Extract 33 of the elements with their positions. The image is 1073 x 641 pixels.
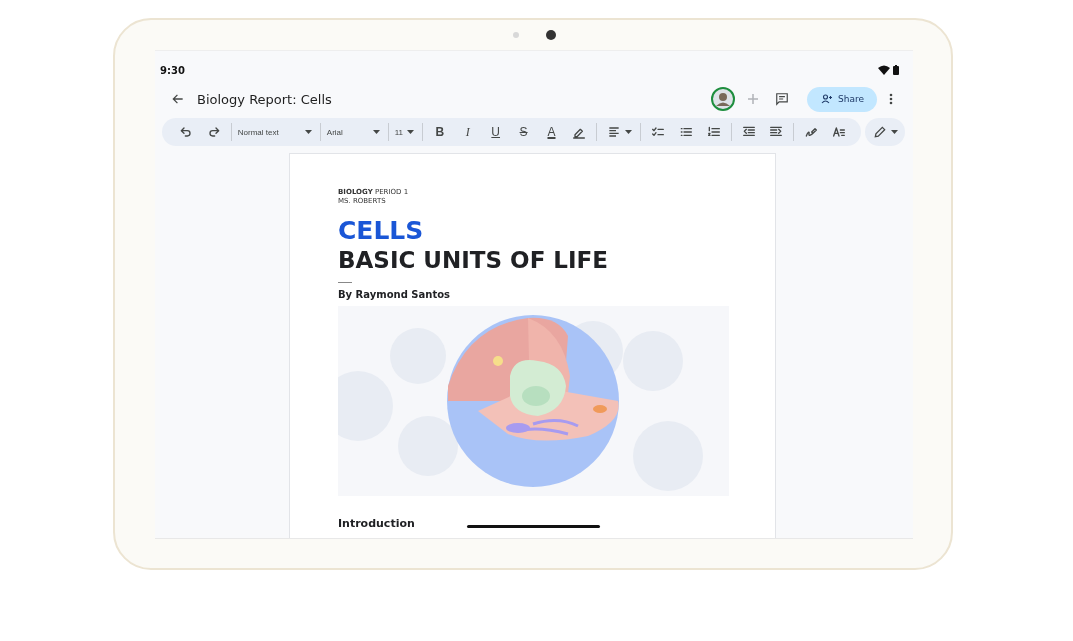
comment-icon bbox=[775, 92, 789, 106]
caret-icon bbox=[624, 130, 632, 134]
pencil-icon bbox=[872, 125, 887, 139]
section-heading: Introduction bbox=[338, 517, 415, 530]
status-time: 9:30 bbox=[160, 64, 185, 76]
caret-icon bbox=[406, 130, 414, 134]
font-dropdown[interactable]: Arial bbox=[323, 120, 385, 144]
clear-formatting-icon bbox=[831, 124, 848, 140]
paragraph-style-dropdown[interactable]: Normal text bbox=[234, 120, 317, 144]
back-arrow-icon bbox=[171, 92, 185, 106]
plus-icon bbox=[747, 93, 759, 105]
camera-icon bbox=[545, 30, 556, 40]
more-icon bbox=[889, 93, 893, 105]
edit-mode-button[interactable] bbox=[865, 118, 905, 146]
caret-icon bbox=[372, 130, 380, 134]
caret-icon bbox=[304, 130, 312, 134]
bold-button[interactable]: B bbox=[425, 120, 454, 144]
document-subtitle: BASIC UNITS OF LIFE bbox=[338, 246, 609, 274]
add-person-icon bbox=[821, 93, 833, 105]
text-color-button[interactable]: A bbox=[537, 120, 566, 144]
battery-icon bbox=[893, 65, 899, 75]
avatar-icon[interactable] bbox=[711, 87, 735, 111]
italic-button[interactable]: I bbox=[453, 120, 482, 144]
share-button[interactable]: Share bbox=[807, 86, 877, 112]
wifi-icon bbox=[878, 65, 890, 75]
font-size-dropdown[interactable]: 11 bbox=[391, 120, 419, 144]
document-title: Biology Report: Cells bbox=[197, 91, 332, 107]
caret-icon bbox=[890, 130, 898, 134]
sensor-icon bbox=[512, 32, 519, 38]
underline-button[interactable]: U bbox=[481, 120, 510, 144]
author-line: By Raymond Santos bbox=[338, 289, 451, 300]
document-title-heading: CELLS bbox=[338, 216, 425, 246]
strikethrough-button[interactable]: S bbox=[509, 120, 538, 144]
